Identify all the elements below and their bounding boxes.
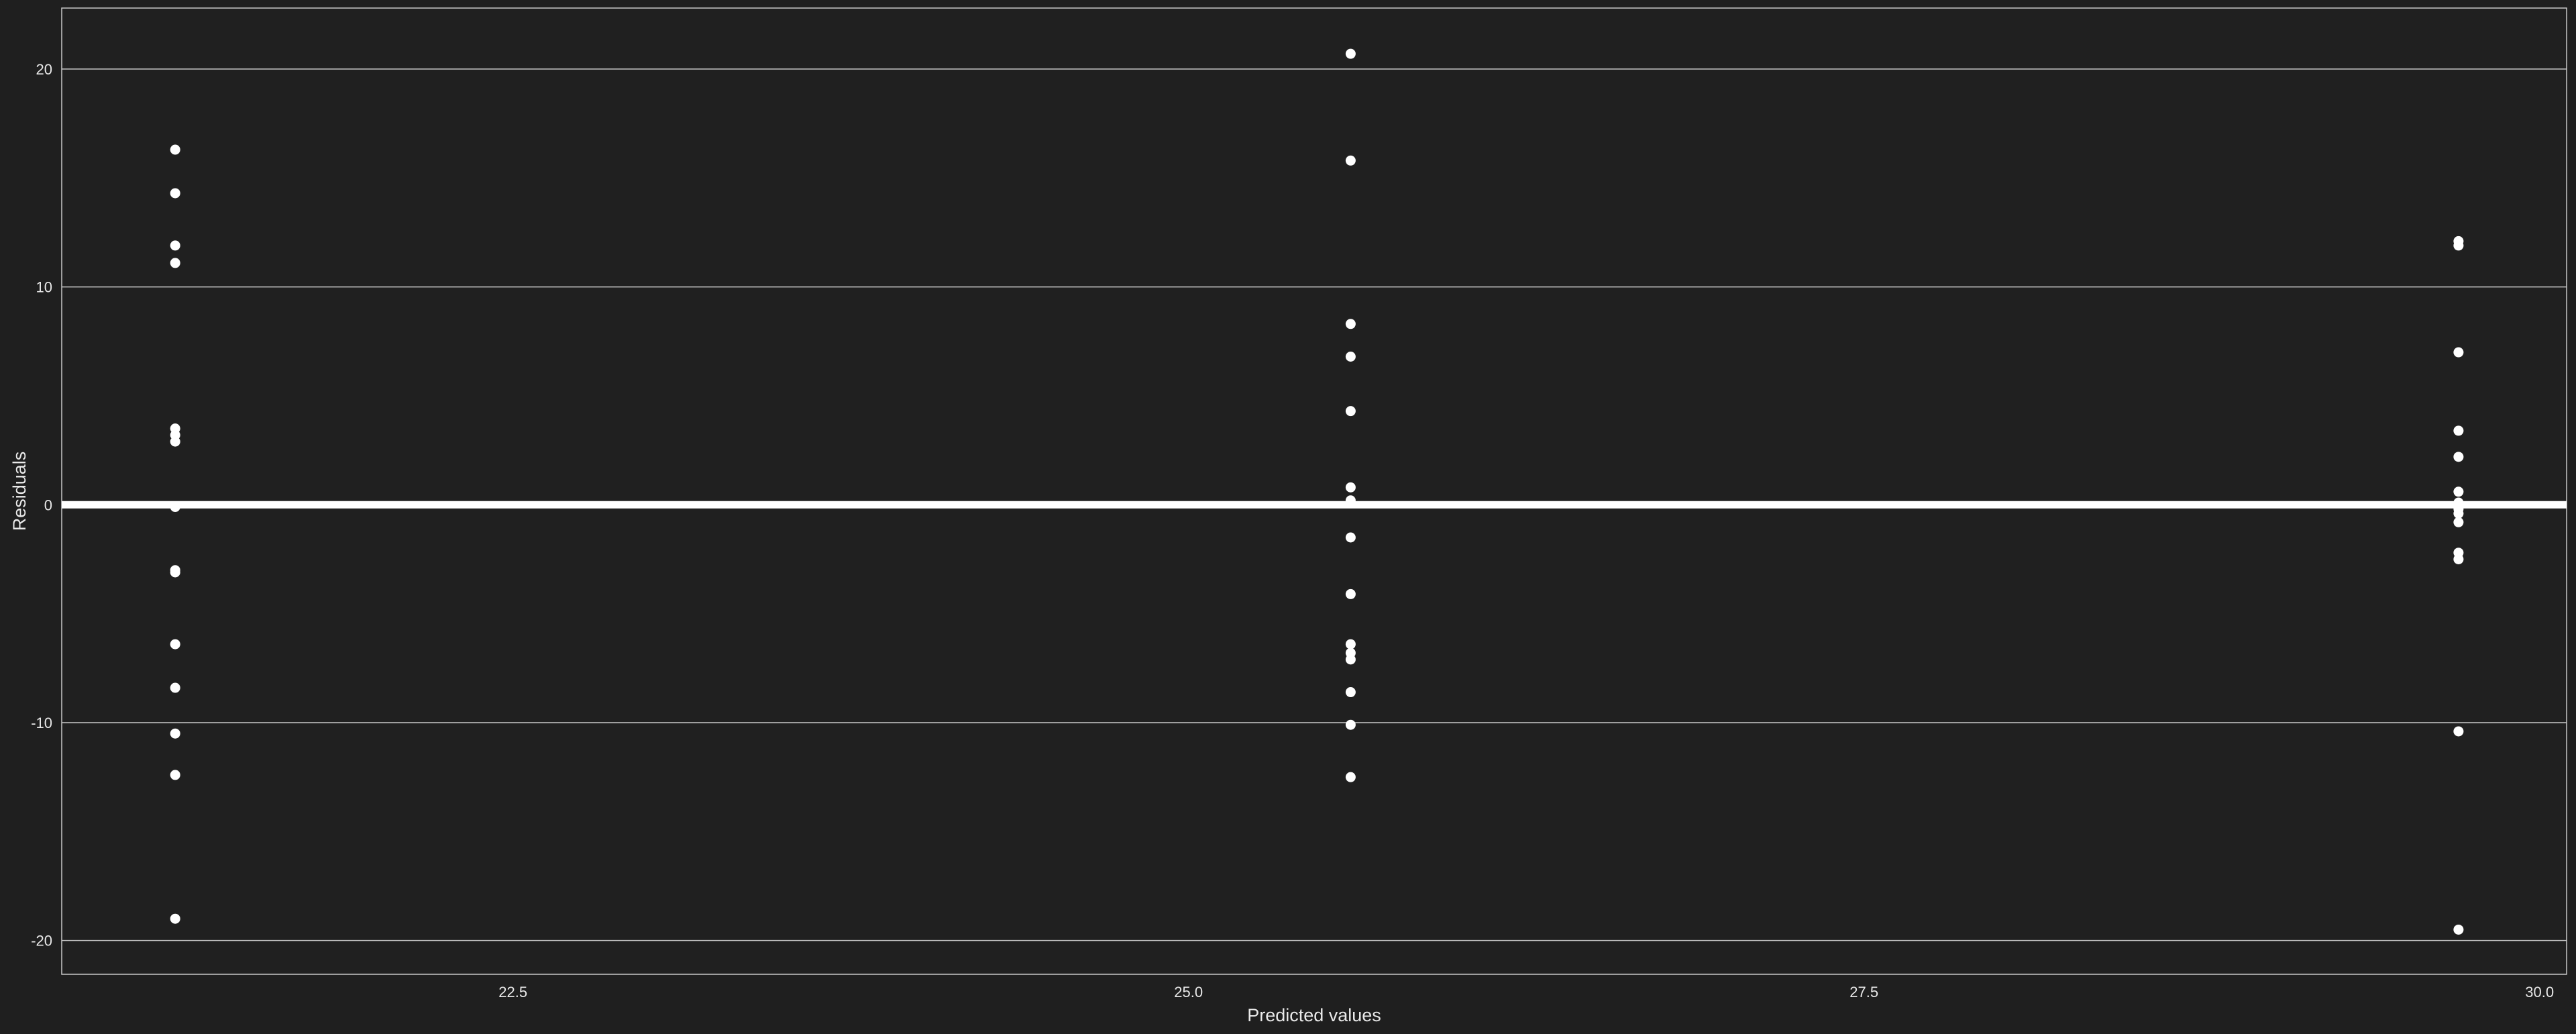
residual-point	[1345, 532, 1356, 543]
x-axis-label: Predicted values	[1247, 1005, 1381, 1025]
residual-point	[2453, 486, 2464, 497]
residual-point	[170, 567, 180, 578]
residual-point	[2453, 554, 2464, 564]
residual-point	[2453, 726, 2464, 737]
x-tick-label: 25.0	[1174, 984, 1203, 1000]
x-tick-label: 22.5	[498, 984, 527, 1000]
residual-point	[2453, 452, 2464, 462]
residual-point	[1345, 352, 1356, 362]
residual-point	[170, 728, 180, 739]
residual-point	[170, 913, 180, 924]
residual-point	[1345, 772, 1356, 782]
residual-point	[1345, 639, 1356, 650]
residual-point	[2453, 347, 2464, 358]
residual-point	[1345, 319, 1356, 329]
residual-point	[170, 144, 180, 155]
residual-point	[1345, 482, 1356, 493]
residual-point	[2453, 425, 2464, 436]
residual-point	[1345, 654, 1356, 665]
y-tick-label: -20	[31, 933, 52, 949]
residual-point	[1345, 687, 1356, 698]
residual-point	[1345, 495, 1356, 506]
chart-canvas: -20 -10 0 10 20 22.5 25.0 27.5 30.0 Predicted val…	[0, 0, 2576, 1031]
residual-point	[1345, 48, 1356, 59]
residual-point	[170, 770, 180, 780]
residual-point	[2453, 517, 2464, 527]
residual-point	[170, 436, 180, 447]
y-tick-label: 0	[44, 497, 52, 513]
residual-point	[170, 258, 180, 268]
residual-point	[170, 240, 180, 251]
y-tick-label: 10	[36, 279, 52, 296]
residual-point	[170, 682, 180, 693]
y-tick-label: -10	[31, 715, 52, 731]
x-tick-label: 27.5	[1849, 984, 1878, 1000]
residual-point	[2453, 924, 2464, 935]
residual-point	[170, 502, 180, 513]
residual-point	[170, 188, 180, 199]
residual-point	[1345, 155, 1356, 166]
y-tick-label: 20	[36, 61, 52, 78]
residual-point	[1345, 406, 1356, 417]
residual-plot: -20 -10 0 10 20 22.5 25.0 27.5 30.0 Predicted val…	[0, 0, 2576, 1031]
residual-point	[1345, 719, 1356, 730]
residual-point	[2453, 240, 2464, 251]
residual-point	[1345, 588, 1356, 599]
x-tick-label: 30.0	[2525, 984, 2554, 1000]
y-axis-label: Residuals	[9, 452, 30, 531]
plot-panel	[61, 7, 2567, 975]
residual-point	[2453, 508, 2464, 519]
residual-point	[170, 639, 180, 650]
